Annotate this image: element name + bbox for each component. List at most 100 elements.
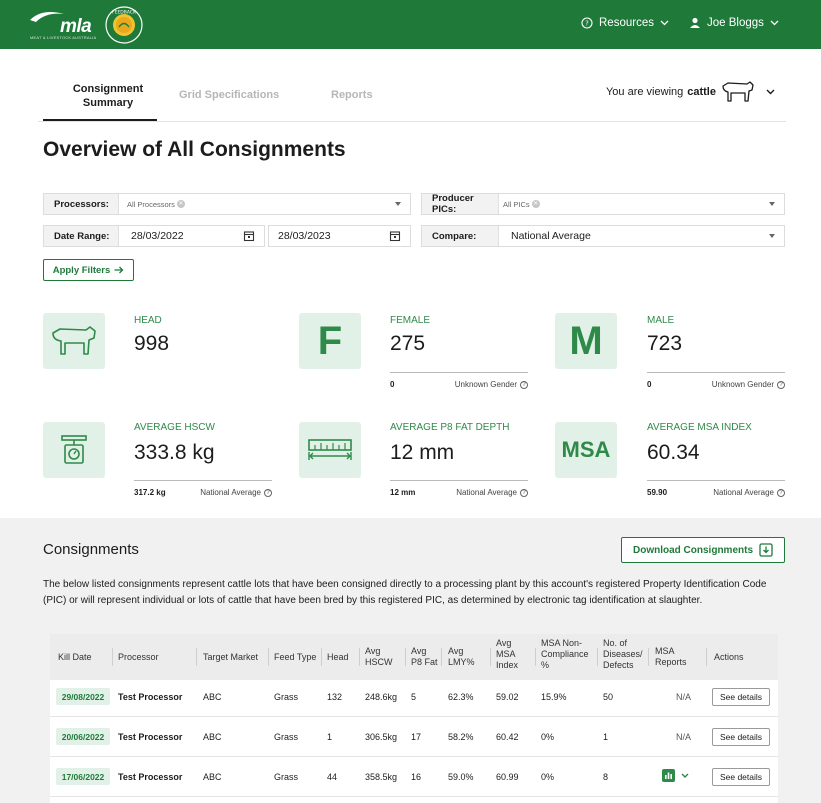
calendar-icon[interactable] xyxy=(243,230,255,242)
resources-menu[interactable]: ? Resources xyxy=(581,17,669,29)
consignments-title: Consignments xyxy=(43,541,139,558)
cow-icon xyxy=(722,81,754,102)
help-icon[interactable]: ? xyxy=(264,488,272,497)
help-icon[interactable]: ? xyxy=(520,488,528,497)
row-divider xyxy=(50,796,778,797)
column-header-line: Head xyxy=(327,652,349,662)
user-icon xyxy=(690,17,700,28)
female-divider xyxy=(390,372,528,373)
female-letter: F xyxy=(317,319,343,363)
ruler-icon xyxy=(308,439,352,460)
producer-pics-filter[interactable]: Producer PICs: All PICs ✕ xyxy=(421,193,785,215)
tab-consignment-summary[interactable]: Consignment Summary xyxy=(70,82,146,110)
cell-p8: 17 xyxy=(411,732,422,742)
column-header-line: LMY% xyxy=(448,657,475,667)
cell-p8: 5 xyxy=(411,692,417,702)
help-icon[interactable]: ? xyxy=(520,380,528,389)
column-header-line: Processor xyxy=(118,652,159,662)
help-icon[interactable]: ? xyxy=(777,488,785,497)
top-navigation-bar: mla MEAT & LIVESTOCK AUSTRALIA FEEDBACK … xyxy=(0,0,821,49)
column-header-line: HSCW xyxy=(365,657,393,667)
consignments-table: Kill Date Processor Target Market Feed Type… xyxy=(50,634,778,803)
cell-processor: Test Processor xyxy=(118,732,183,742)
column-header-line: Kill Date xyxy=(58,652,92,662)
column-separator xyxy=(597,648,598,666)
date-to-field[interactable]: 28/03/2023 xyxy=(268,225,411,247)
see-details-button[interactable]: See details xyxy=(712,768,770,786)
scale-icon xyxy=(61,435,87,464)
cell-msa-reports: N/A xyxy=(676,692,692,702)
date-from-field[interactable]: Date Range: 28/03/2022 xyxy=(43,225,265,247)
download-consignments-button[interactable]: Download Consignments xyxy=(621,537,785,563)
cell-processor: Test Processor xyxy=(118,772,183,782)
kill-date-badge[interactable]: 29/08/2022 xyxy=(56,688,110,705)
column-header-line: Avg xyxy=(496,638,512,648)
column-header: No. of Diseases/Defects xyxy=(603,638,643,671)
date-to-value: 28/03/2023 xyxy=(278,230,331,242)
column-header-line: Avg xyxy=(365,646,381,656)
cell-lmy: 58.2% xyxy=(448,732,474,742)
female-unknown-count: 0 xyxy=(390,380,395,389)
column-header-line: Diseases/ xyxy=(603,649,643,659)
column-separator xyxy=(268,648,269,666)
help-icon[interactable]: ? xyxy=(777,380,785,389)
column-header-line: MSA xyxy=(496,649,516,659)
msa-value: 60.34 xyxy=(647,441,700,464)
pics-chip[interactable]: All PICs ✕ xyxy=(503,200,540,209)
tab-grid-specifications[interactable]: Grid Specifications xyxy=(179,89,279,101)
compare-value: National Average xyxy=(511,230,591,242)
hscw-label: AVERAGE HSCW xyxy=(134,422,215,433)
user-menu[interactable]: Joe Bloggs xyxy=(689,17,779,29)
head-value: 998 xyxy=(134,332,170,355)
cell-feed: Grass xyxy=(274,772,299,782)
hscw-sub-label: National Average xyxy=(200,488,261,497)
column-header-line: No. of xyxy=(603,638,628,648)
cell-feed: Grass xyxy=(274,732,299,742)
msa-sub: 59.90 National Average? xyxy=(647,488,785,497)
download-icon xyxy=(759,543,773,557)
column-separator xyxy=(706,648,707,666)
column-header-line: MSA Non- xyxy=(541,638,583,648)
kill-date-badge[interactable]: 17/06/2022 xyxy=(56,768,110,785)
see-details-button[interactable]: See details xyxy=(712,688,770,706)
remove-chip-icon[interactable]: ✕ xyxy=(176,200,185,208)
column-separator xyxy=(490,648,491,666)
apply-filters-button[interactable]: Apply Filters xyxy=(43,259,134,281)
calendar-icon[interactable] xyxy=(389,230,401,242)
male-divider xyxy=(647,372,785,373)
cell-feed: Grass xyxy=(274,692,299,702)
logo-swoosh-icon xyxy=(30,12,64,22)
p8-tile-icon xyxy=(299,422,361,478)
mla-logo[interactable]: mla MEAT & LIVESTOCK AUSTRALIA xyxy=(30,12,104,40)
p8-divider xyxy=(390,480,528,481)
column-header-line: Actions xyxy=(714,652,744,662)
processors-chip[interactable]: All Processors ✕ xyxy=(127,200,185,209)
compare-select[interactable]: Compare: National Average xyxy=(421,225,785,247)
column-header: MSA Non- Compliance% xyxy=(541,638,589,671)
row-divider xyxy=(50,756,778,757)
processors-filter[interactable]: Processors: All Processors ✕ xyxy=(43,193,411,215)
kill-date-badge[interactable]: 20/06/2022 xyxy=(56,728,110,745)
arrow-right-icon xyxy=(114,266,124,274)
msa-report-menu[interactable] xyxy=(662,769,689,782)
column-header-line: Target Market xyxy=(203,652,259,662)
msa-tile-text: MSA xyxy=(561,437,611,462)
column-separator xyxy=(648,648,649,666)
hscw-tile-icon xyxy=(43,422,105,478)
species-selector[interactable]: You are viewing cattle xyxy=(606,80,775,104)
cell-market: ABC xyxy=(203,772,222,782)
column-header-line: Defects xyxy=(603,660,634,670)
cell-head: 44 xyxy=(327,772,338,782)
hscw-national-value: 317.2 kg xyxy=(134,488,166,497)
tab-reports[interactable]: Reports xyxy=(331,89,373,101)
bar-chart-icon xyxy=(662,769,675,782)
head-tile-icon xyxy=(43,313,105,369)
see-details-button[interactable]: See details xyxy=(712,728,770,746)
remove-chip-icon[interactable]: ✕ xyxy=(531,200,540,208)
producer-pics-label: Producer PICs: xyxy=(422,193,499,215)
cell-defects: 1 xyxy=(603,732,609,742)
cell-non-compliance: 0% xyxy=(541,732,555,742)
msa-national-value: 59.90 xyxy=(647,488,668,497)
msa-divider xyxy=(647,480,785,481)
column-header: Avg MSA Index xyxy=(496,638,518,671)
